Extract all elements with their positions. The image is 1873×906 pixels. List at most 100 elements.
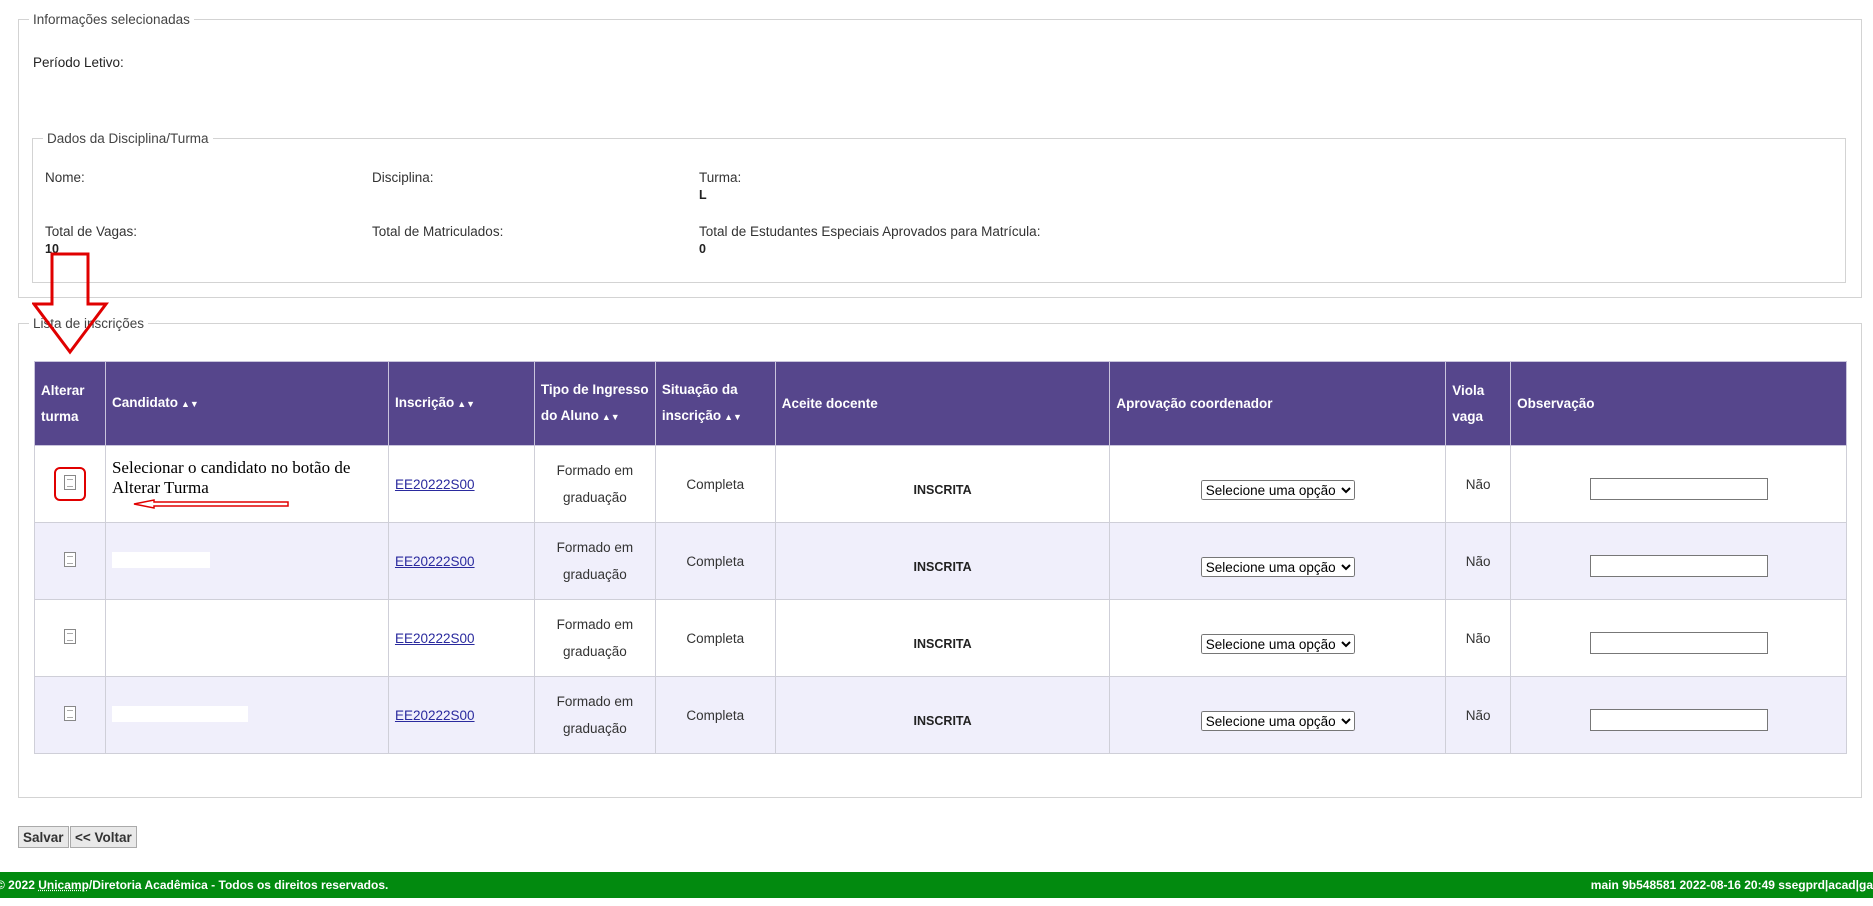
- col-viola-vaga: Viola vaga: [1445, 361, 1512, 446]
- inscricoes-panel: Lista de inscrições Alterar turma Candid…: [18, 316, 1862, 798]
- aceite-status: INSCRITA: [913, 483, 972, 497]
- col-inscricao-label: Inscrição: [394, 395, 455, 410]
- viola-cell: Não: [1445, 599, 1512, 677]
- table-row: Selecionar o candidato no botão de Alter…: [34, 445, 1847, 523]
- candidato-name-redacted: [111, 705, 248, 722]
- selected-info-legend: Informações selecionadas: [33, 12, 190, 27]
- disciplina-legend: Dados da Disciplina/Turma: [47, 131, 209, 146]
- aprovacao-select[interactable]: Selecione uma opção: [1200, 480, 1355, 500]
- inscricao-link[interactable]: EE20222S00: [395, 708, 475, 723]
- alterar-turma-button[interactable]: [56, 625, 84, 651]
- sort-icon[interactable]: ▲▼: [724, 412, 742, 422]
- table-header-row: Alterar turma Candidato ▲▼ Inscrição ▲▼ Ti…: [34, 361, 1847, 446]
- document-icon: [63, 552, 76, 567]
- aceite-cell: INSCRITA: [774, 522, 1111, 600]
- annotation-text: Selecionar o candidato no botão de Alter…: [111, 458, 351, 497]
- col-observacao: Observação: [1510, 361, 1847, 446]
- matriculados-label: Total de Matriculados:: [372, 224, 504, 239]
- footer-copyright: © 2022 Unicamp/Diretoria Acadêmica - Tod…: [0, 872, 388, 898]
- alterar-turma-button[interactable]: [56, 702, 84, 728]
- aprovacao-cell: Selecione uma opção: [1109, 445, 1447, 523]
- observacao-input[interactable]: [1589, 478, 1768, 500]
- footer: © 2022 Unicamp/Diretoria Acadêmica - Tod…: [0, 872, 1873, 898]
- table-row: EE20222S00 Formado em graduação Completa…: [34, 522, 1847, 600]
- inscricao-cell: EE20222S00: [387, 599, 535, 677]
- voltar-button[interactable]: << Voltar: [70, 826, 137, 848]
- sort-icon[interactable]: ▲▼: [602, 412, 620, 422]
- footer-prefix: © 2022: [0, 878, 39, 892]
- col-candidato-label: Candidato: [111, 395, 178, 410]
- candidato-cell: Selecionar o candidato no botão de Alter…: [104, 445, 389, 523]
- col-aceite-docente: Aceite docente: [774, 361, 1111, 446]
- inscricao-cell: EE20222S00: [387, 522, 535, 600]
- sort-icon[interactable]: ▲▼: [181, 399, 199, 409]
- aprovacao-cell: Selecione uma opção: [1109, 522, 1447, 600]
- table-row: EE20222S00 Formado em graduação Completa…: [34, 599, 1847, 677]
- aprovacao-cell: Selecione uma opção: [1109, 676, 1447, 754]
- document-icon: [63, 706, 76, 721]
- inscricao-link[interactable]: EE20222S00: [395, 631, 475, 646]
- alterar-turma-cell: [34, 599, 106, 677]
- footer-version: main 9b548581 2022-08-16 20:49 ssegprd|a…: [1590, 878, 1873, 892]
- situacao-cell: Completa: [654, 445, 776, 523]
- col-alterar-turma: Alterar turma: [34, 361, 106, 446]
- viola-cell: Não: [1445, 676, 1512, 754]
- selected-info-panel: Informações selecionadas Período Letivo:…: [18, 12, 1862, 298]
- viola-cell: Não: [1445, 445, 1512, 523]
- candidato-cell: [104, 676, 389, 754]
- observacao-cell: [1510, 445, 1847, 523]
- candidato-cell: [104, 599, 389, 677]
- observacao-input[interactable]: [1589, 709, 1768, 731]
- observacao-input[interactable]: [1589, 632, 1768, 654]
- unicamp-link[interactable]: Unicamp: [38, 878, 89, 892]
- col-tipo-ingresso[interactable]: Tipo de Ingresso do Aluno ▲▼: [533, 361, 656, 446]
- annotation-arrow-icon: [133, 499, 289, 509]
- sort-icon[interactable]: ▲▼: [457, 399, 475, 409]
- aprovacao-select[interactable]: Selecione uma opção: [1200, 557, 1355, 577]
- annotation-down-arrow-icon: [32, 252, 109, 355]
- col-aprovacao-coordenador: Aprovação coordenador: [1109, 361, 1447, 446]
- table-row: EE20222S00 Formado em graduação Completa…: [34, 676, 1847, 754]
- viola-cell: Não: [1445, 522, 1512, 600]
- nome-label: Nome:: [45, 170, 85, 185]
- col-inscricao[interactable]: Inscrição ▲▼: [387, 361, 535, 446]
- aceite-cell: INSCRITA: [774, 445, 1111, 523]
- tipo-cell: Formado em graduação: [533, 599, 656, 677]
- alterar-turma-button[interactable]: [53, 467, 86, 501]
- alterar-turma-cell: [34, 676, 106, 754]
- document-icon: [63, 475, 76, 490]
- inscricao-link[interactable]: EE20222S00: [395, 477, 475, 492]
- inscricao-cell: EE20222S00: [387, 676, 535, 754]
- turma-value: L: [699, 188, 707, 202]
- col-tipo-label: Tipo de Ingresso do Aluno: [540, 382, 649, 423]
- document-icon: [63, 629, 76, 644]
- situacao-cell: Completa: [654, 522, 776, 600]
- aprovacao-select[interactable]: Selecione uma opção: [1200, 634, 1355, 654]
- disciplina-label: Disciplina:: [372, 170, 434, 185]
- col-candidato[interactable]: Candidato ▲▼: [104, 361, 389, 446]
- periodo-letivo-label: Período Letivo:: [33, 55, 124, 70]
- aprovacao-select[interactable]: Selecione uma opção: [1200, 711, 1355, 731]
- col-situacao[interactable]: Situação da inscrição ▲▼: [654, 361, 776, 446]
- observacao-cell: [1510, 599, 1847, 677]
- candidato-cell: [104, 522, 389, 600]
- observacao-input[interactable]: [1589, 555, 1768, 577]
- situacao-cell: Completa: [654, 676, 776, 754]
- inscricoes-table: Alterar turma Candidato ▲▼ Inscrição ▲▼ Ti…: [34, 361, 1847, 754]
- especiais-value: 0: [699, 242, 706, 256]
- aceite-cell: INSCRITA: [774, 599, 1111, 677]
- aprovacao-cell: Selecione uma opção: [1109, 599, 1447, 677]
- alterar-turma-button[interactable]: [56, 548, 84, 574]
- tipo-cell: Formado em graduação: [533, 676, 656, 754]
- aceite-cell: INSCRITA: [774, 676, 1111, 754]
- especiais-label: Total de Estudantes Especiais Aprovados …: [699, 224, 1041, 239]
- alterar-turma-cell: [34, 522, 106, 600]
- tipo-cell: Formado em graduação: [533, 445, 656, 523]
- inscricao-link[interactable]: EE20222S00: [395, 554, 475, 569]
- observacao-cell: [1510, 676, 1847, 754]
- candidato-name-redacted: [111, 551, 210, 568]
- observacao-cell: [1510, 522, 1847, 600]
- salvar-button[interactable]: Salvar: [18, 826, 69, 848]
- turma-label: Turma:: [699, 170, 742, 185]
- inscricao-cell: EE20222S00: [387, 445, 535, 523]
